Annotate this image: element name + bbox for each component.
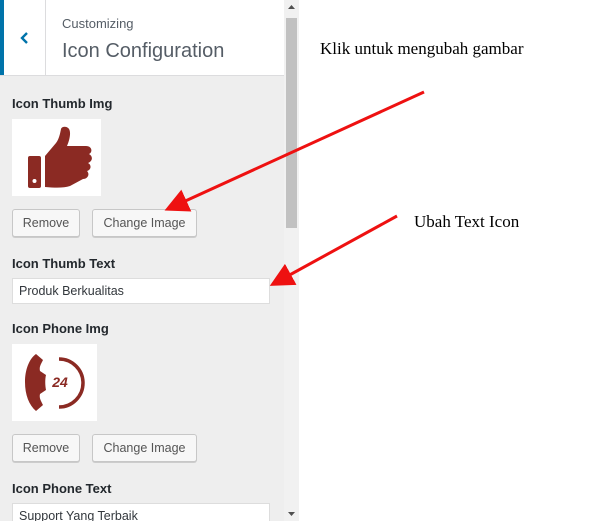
change-image-annotation: Klik untuk mengubah gambar xyxy=(320,39,524,58)
arrow-to-change-image xyxy=(164,90,425,212)
annotation-arrows xyxy=(164,90,425,286)
text-icon-annotation: Ubah Text Icon xyxy=(414,212,520,231)
arrow-to-thumb-text xyxy=(269,214,398,286)
